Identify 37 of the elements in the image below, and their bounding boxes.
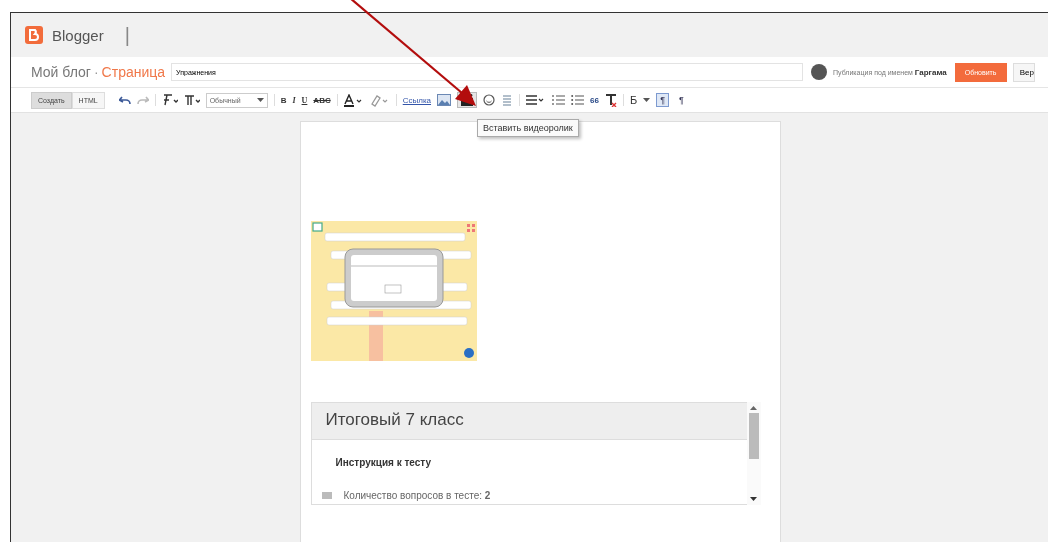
- scrollbar[interactable]: [746, 402, 761, 505]
- bold-button[interactable]: B: [280, 95, 287, 105]
- italic-button[interactable]: I: [292, 95, 296, 105]
- info-icon: [321, 492, 332, 499]
- avatar: [811, 64, 828, 80]
- text-color-icon[interactable]: [343, 93, 364, 107]
- scroll-up-icon[interactable]: [750, 406, 757, 410]
- question-count: Количество вопросов в тесте: 2: [343, 490, 491, 501]
- text-direction-button[interactable]: ¶: [656, 93, 669, 107]
- next-button[interactable]: Вер: [1012, 62, 1035, 82]
- image-icon[interactable]: [437, 94, 452, 106]
- tooltip: Вставить видеоролик: [477, 119, 579, 137]
- language-button[interactable]: Б: [629, 94, 638, 106]
- font-size-icon[interactable]: [183, 94, 200, 106]
- section-name: Страница: [101, 64, 166, 80]
- text-direction-button[interactable]: ¶: [675, 93, 688, 107]
- dropdown-caret-icon[interactable]: [643, 98, 651, 102]
- emoji-icon[interactable]: [483, 94, 496, 106]
- quiz-title: Итоговый 7 класс: [311, 403, 747, 440]
- quote-button[interactable]: 66: [590, 95, 599, 105]
- header-separator: |: [124, 23, 130, 47]
- numbered-list-icon[interactable]: [552, 94, 566, 106]
- app-name: Blogger: [52, 26, 104, 44]
- underline-button[interactable]: U: [301, 95, 308, 105]
- quiz-instruction: Инструкция к тесту: [334, 456, 433, 468]
- font-icon[interactable]: [161, 94, 178, 106]
- link-button[interactable]: Ссылка: [402, 95, 432, 105]
- blog-name[interactable]: Мой блог: [31, 64, 91, 80]
- highlight-icon[interactable]: [369, 93, 390, 107]
- clear-formatting-icon[interactable]: [604, 93, 617, 107]
- blogger-logo-icon: [25, 26, 43, 44]
- scroll-down-icon[interactable]: [750, 497, 757, 501]
- undo-icon[interactable]: [118, 95, 131, 105]
- breadcrumb-separator: ·: [93, 64, 99, 80]
- strikethrough-button[interactable]: ABC: [313, 95, 331, 105]
- bulleted-list-icon[interactable]: [571, 94, 585, 106]
- caret-icon: [256, 98, 264, 102]
